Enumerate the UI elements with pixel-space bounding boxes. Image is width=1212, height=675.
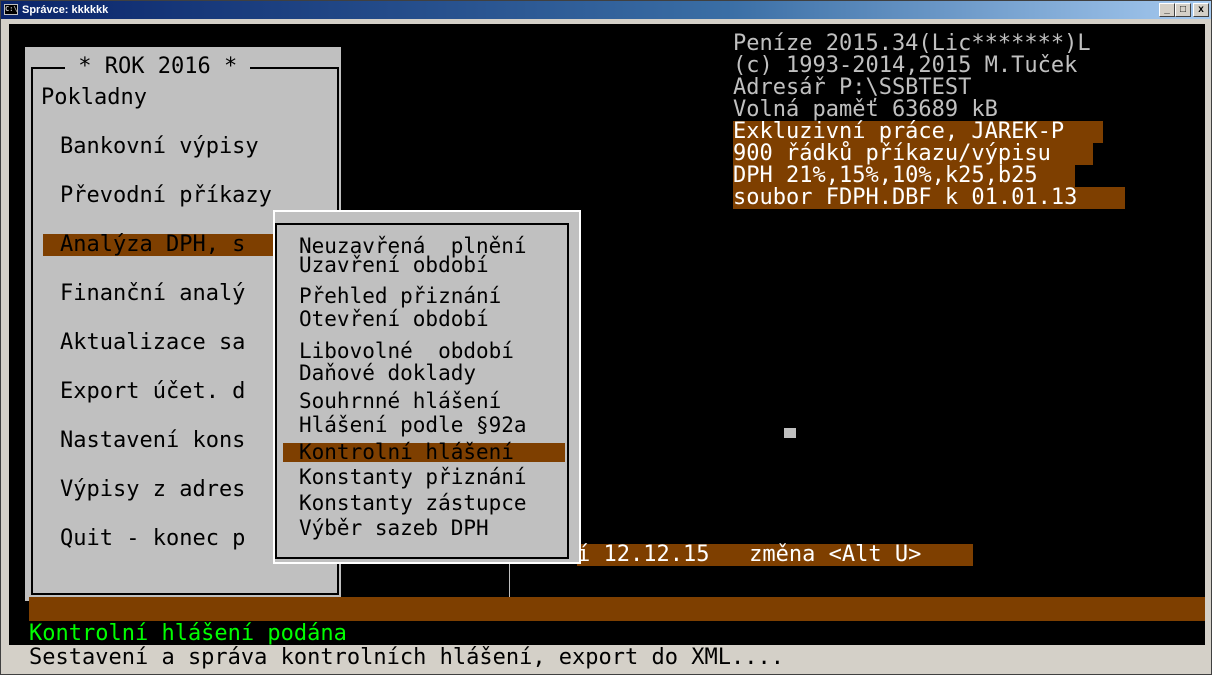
hint-text: Sestavení a správa kontrolních hlášení, …: [29, 645, 784, 670]
submenu-item-kontrolni-hlaseni[interactable]: Kontrolní hlášení: [283, 442, 565, 463]
submenu-item-vyber-sazeb[interactable]: Výběr sazeb DPH: [299, 518, 489, 539]
menu-item-analyza-dph[interactable]: Analýza DPH, s: [43, 234, 275, 256]
menu-item-export[interactable]: Export účet. d: [60, 381, 245, 403]
menu-item-nastaveni[interactable]: Nastavení kons: [60, 430, 245, 452]
menu-item-aktualizace[interactable]: Aktualizace sa: [60, 332, 245, 354]
status-bar-brown: [29, 597, 1205, 621]
submenu-item-konstanty-zastupce[interactable]: Konstanty zástupce: [299, 493, 527, 514]
submenu-item-prehled-priznani[interactable]: Přehled přiznání: [299, 286, 501, 307]
info-copyright: (c) 1993-2014,2015 M.Tuček: [733, 53, 1078, 78]
submenu-item-souhrnne-hlaseni[interactable]: Souhrnné hlášení: [299, 391, 501, 412]
message-line: Kontrolní hlášení podána: [29, 621, 347, 645]
console-area[interactable]: Peníze 2015.34(Lic*******)L (c) 1993-201…: [9, 24, 1205, 645]
submenu-item-otevreni-obdobi[interactable]: Otevření období: [299, 309, 489, 330]
submenu-item-libovolne-obdobi[interactable]: Libovolné období: [299, 341, 514, 362]
console-icon[interactable]: C:\: [4, 4, 18, 15]
menu-item-prevodni-prikazy[interactable]: Převodní příkazy: [60, 185, 272, 207]
submenu-item-uzavreni-obdobi[interactable]: Uzavření období: [299, 255, 489, 276]
title-bar[interactable]: C:\ Správce: kkkkkk _ □ x: [1, 1, 1211, 19]
date-change-line: í 12.12.15 změna <Alt U>: [577, 544, 973, 566]
main-menu-title: * ROK 2016 *: [65, 54, 251, 79]
info-file: soubor FDPH.DBF k 01.01.13: [733, 187, 1125, 209]
info-vat-rates: DPH 21%,15%,10%,k25,b25: [733, 165, 1075, 187]
window-title: Správce: kkkkkk: [22, 4, 109, 16]
maximize-button[interactable]: □: [1175, 3, 1191, 17]
submenu-item-hlaseni-92a[interactable]: Hlášení podle §92a: [299, 415, 527, 436]
divider-line: [509, 564, 510, 598]
info-version: Peníze 2015.34(Lic*******)L: [733, 31, 1091, 56]
info-rows: 900 řádků příkazu/výpisu: [733, 143, 1093, 165]
console-window: C:\ Správce: kkkkkk _ □ x Peníze 2015.34…: [0, 0, 1212, 675]
menu-item-pokladny[interactable]: Pokladny: [41, 87, 147, 109]
info-memory: Volná paměť 63689 kB: [733, 97, 998, 122]
menu-item-financni-analyza[interactable]: Finanční analý: [60, 283, 245, 305]
close-button[interactable]: x: [1193, 3, 1209, 17]
cursor-block: [784, 428, 796, 438]
minimize-button[interactable]: _: [1159, 3, 1175, 17]
info-directory: Adresář P:\SSBTEST: [733, 75, 972, 100]
hint-bar: Sestavení a správa kontrolních hlášení, …: [9, 646, 1205, 670]
menu-item-bankovni-vypisy[interactable]: Bankovní výpisy: [60, 136, 259, 158]
submenu-item-danove-doklady[interactable]: Daňové doklady: [299, 363, 476, 384]
menu-item-vypisy-adres[interactable]: Výpisy z adres: [60, 479, 245, 501]
menu-item-quit[interactable]: Quit - konec p: [60, 528, 245, 550]
submenu-item-konstanty-priznani[interactable]: Konstanty přiznání: [299, 467, 527, 488]
info-exclusive: Exkluzivní práce, JAREK-P: [733, 121, 1103, 143]
